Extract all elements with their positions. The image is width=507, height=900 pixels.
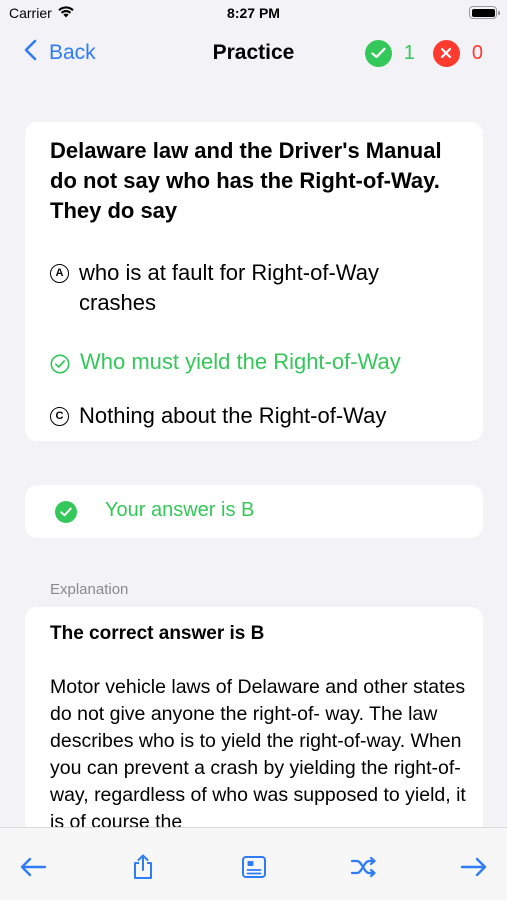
checkmark-icon: [364, 39, 392, 67]
option-c[interactable]: C Nothing about the Right-of-Way: [50, 401, 470, 431]
check-circle-icon: [50, 352, 70, 382]
explanation-body: Motor vehicle laws of Delaware and other…: [50, 676, 466, 833]
correct-count: 1: [403, 41, 415, 64]
next-button[interactable]: [459, 854, 489, 884]
question-text: Delaware law and the Driver's Manual do …: [50, 138, 442, 223]
share-button[interactable]: [128, 854, 158, 884]
option-c-marker-icon: C: [50, 407, 69, 426]
option-a-text: who is at fault for Right-of-Way crashes: [79, 260, 379, 315]
explanation-card: The correct answer is B Motor vehicle la…: [25, 607, 483, 837]
share-icon: [132, 854, 154, 885]
option-b-text: Who must yield the Right-of-Way: [80, 349, 401, 374]
cross-icon: [432, 39, 460, 67]
score-indicator: 1 0: [364, 38, 483, 68]
answer-result-text: Your answer is B: [105, 499, 255, 521]
shuffle-icon: [350, 856, 378, 883]
option-b[interactable]: Who must yield the Right-of-Way: [50, 347, 470, 382]
explanation-section-label: Explanation: [50, 581, 129, 598]
arrow-left-icon: [19, 856, 47, 883]
status-time: 8:27 PM: [227, 5, 280, 21]
status-bar: Carrier 8:27 PM: [0, 0, 507, 28]
question-card: Delaware law and the Driver's Manual do …: [25, 122, 483, 441]
bottom-toolbar: [0, 827, 507, 900]
shuffle-button[interactable]: [349, 854, 379, 884]
list-card-icon: [241, 855, 267, 884]
previous-button[interactable]: [18, 854, 48, 884]
explanation-title: The correct answer is B: [50, 623, 265, 644]
wrong-count: 0: [471, 41, 483, 64]
battery-icon: [469, 6, 500, 19]
navigation-bar: Back Practice 1 0: [0, 28, 507, 78]
question-list-button[interactable]: [239, 854, 269, 884]
option-a-marker-icon: A: [50, 264, 69, 283]
option-a[interactable]: A who is at fault for Right-of-Way crash…: [50, 258, 380, 318]
option-c-text: Nothing about the Right-of-Way: [79, 403, 387, 428]
answer-result-card: Your answer is B: [25, 485, 483, 538]
arrow-right-icon: [460, 856, 488, 883]
checkmark-circle-icon: [55, 501, 77, 523]
